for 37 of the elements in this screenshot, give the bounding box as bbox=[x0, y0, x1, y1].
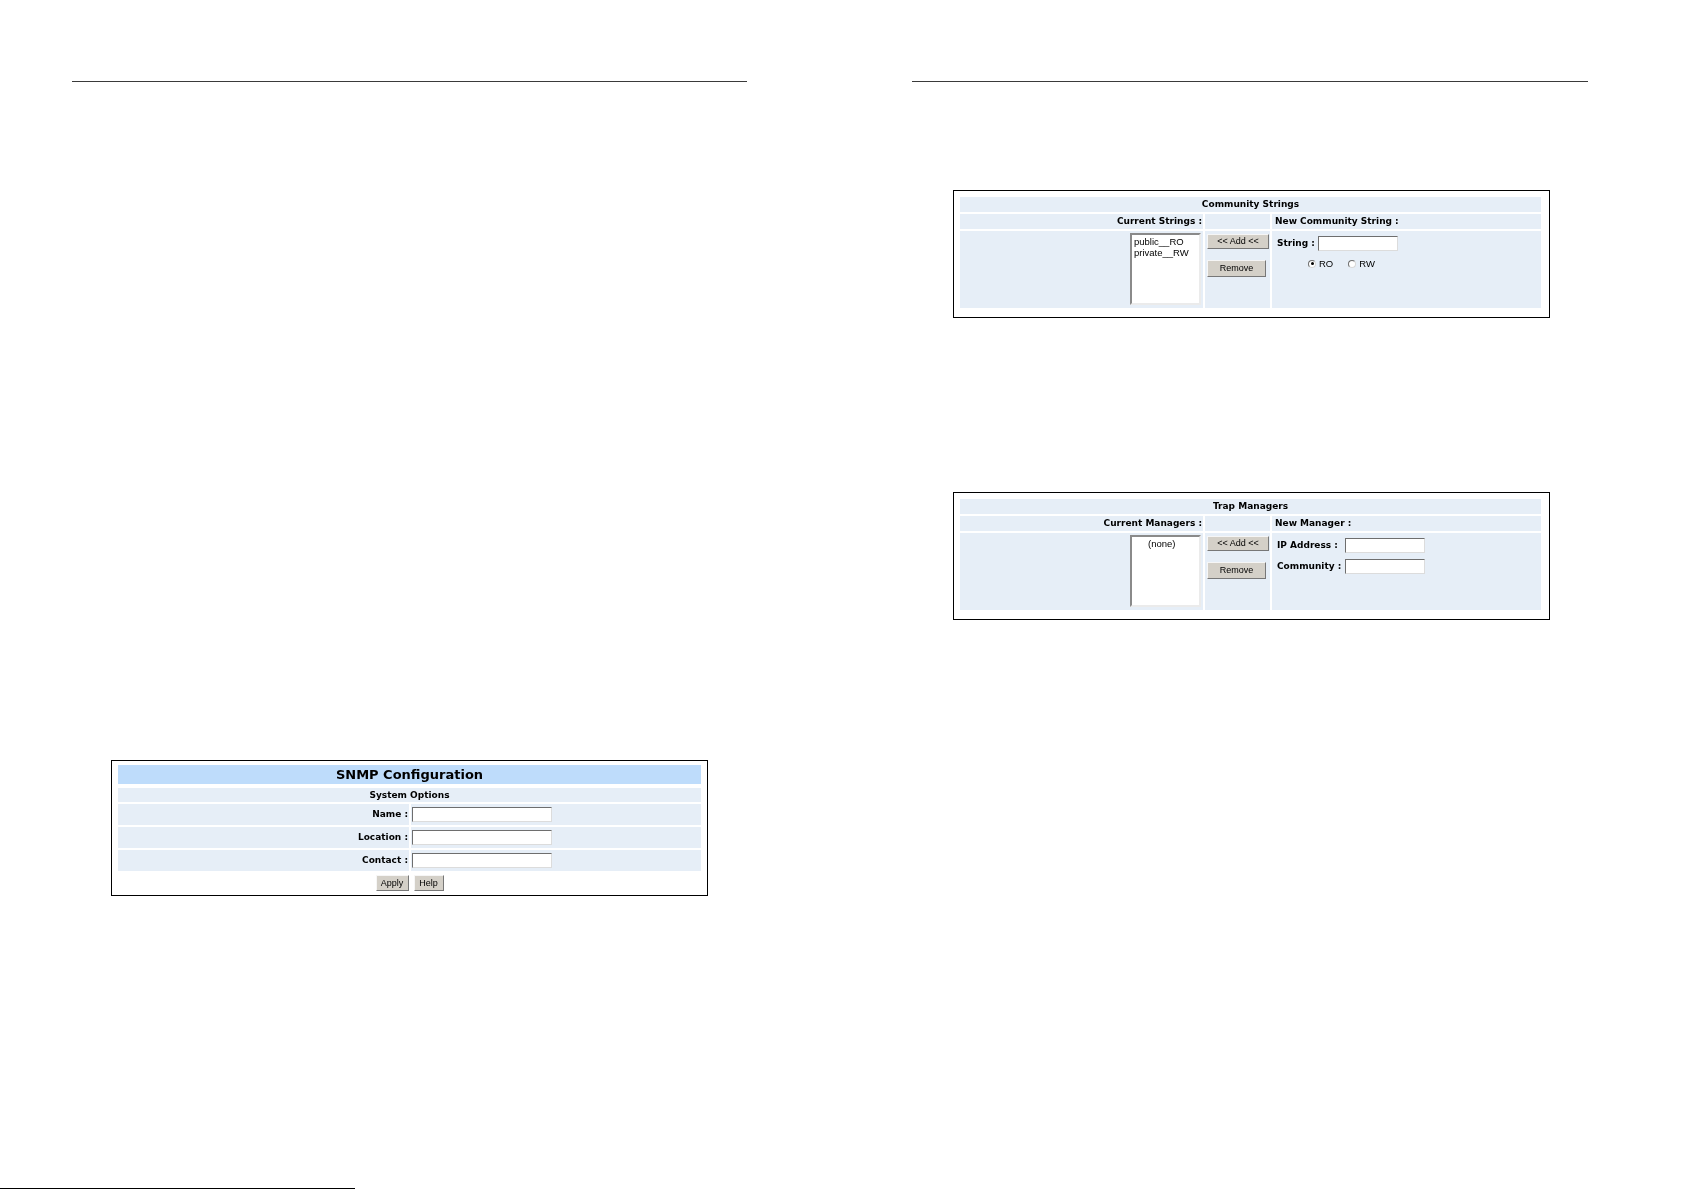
text-field[interactable] bbox=[1345, 559, 1426, 574]
list-item[interactable]: public__RO bbox=[1133, 236, 1185, 247]
column-header: Current Strings : bbox=[1116, 217, 1202, 226]
list-box[interactable]: public__RO private__RW bbox=[1130, 233, 1201, 305]
text-field[interactable] bbox=[412, 853, 552, 868]
remove-button[interactable]: Remove bbox=[1207, 260, 1266, 277]
apply-button[interactable]: Apply bbox=[375, 875, 409, 891]
radio-button[interactable] bbox=[1308, 259, 1316, 268]
text-field[interactable] bbox=[1317, 236, 1398, 251]
section-title: Trap Managers bbox=[1212, 502, 1289, 511]
radio-label: RW bbox=[1359, 259, 1375, 269]
radio-label: RO bbox=[1319, 259, 1334, 269]
list-item[interactable]: private__RW bbox=[1133, 247, 1190, 258]
field-label: Contact : bbox=[362, 856, 408, 865]
section-title: Community Strings bbox=[1201, 200, 1300, 209]
remove-button[interactable]: Remove bbox=[1207, 562, 1266, 579]
panel-title: SNMP Configuration bbox=[335, 768, 484, 781]
column-header: New Community String : bbox=[1275, 217, 1399, 226]
column-header: Current Managers : bbox=[1103, 519, 1202, 528]
table-cell bbox=[1205, 516, 1270, 531]
add-button[interactable]: << Add << bbox=[1207, 536, 1269, 551]
field-label: String : bbox=[1277, 239, 1315, 248]
text-field[interactable] bbox=[412, 807, 552, 822]
help-button[interactable]: Help bbox=[413, 875, 444, 891]
list-box[interactable]: (none) bbox=[1130, 535, 1201, 607]
table-cell bbox=[1205, 214, 1270, 229]
list-item[interactable]: (none) bbox=[1147, 538, 1177, 549]
section-title: System Options bbox=[369, 790, 450, 800]
column-header: New Manager : bbox=[1275, 519, 1352, 528]
field-label: Community : bbox=[1277, 562, 1342, 571]
text-field[interactable] bbox=[1345, 538, 1426, 553]
field-label: Name : bbox=[372, 810, 408, 819]
radio-button[interactable] bbox=[1348, 259, 1357, 268]
field-label: Location : bbox=[357, 833, 408, 842]
field-label: IP Address : bbox=[1277, 541, 1339, 550]
text-field[interactable] bbox=[412, 830, 552, 845]
add-button[interactable]: << Add << bbox=[1207, 234, 1269, 249]
